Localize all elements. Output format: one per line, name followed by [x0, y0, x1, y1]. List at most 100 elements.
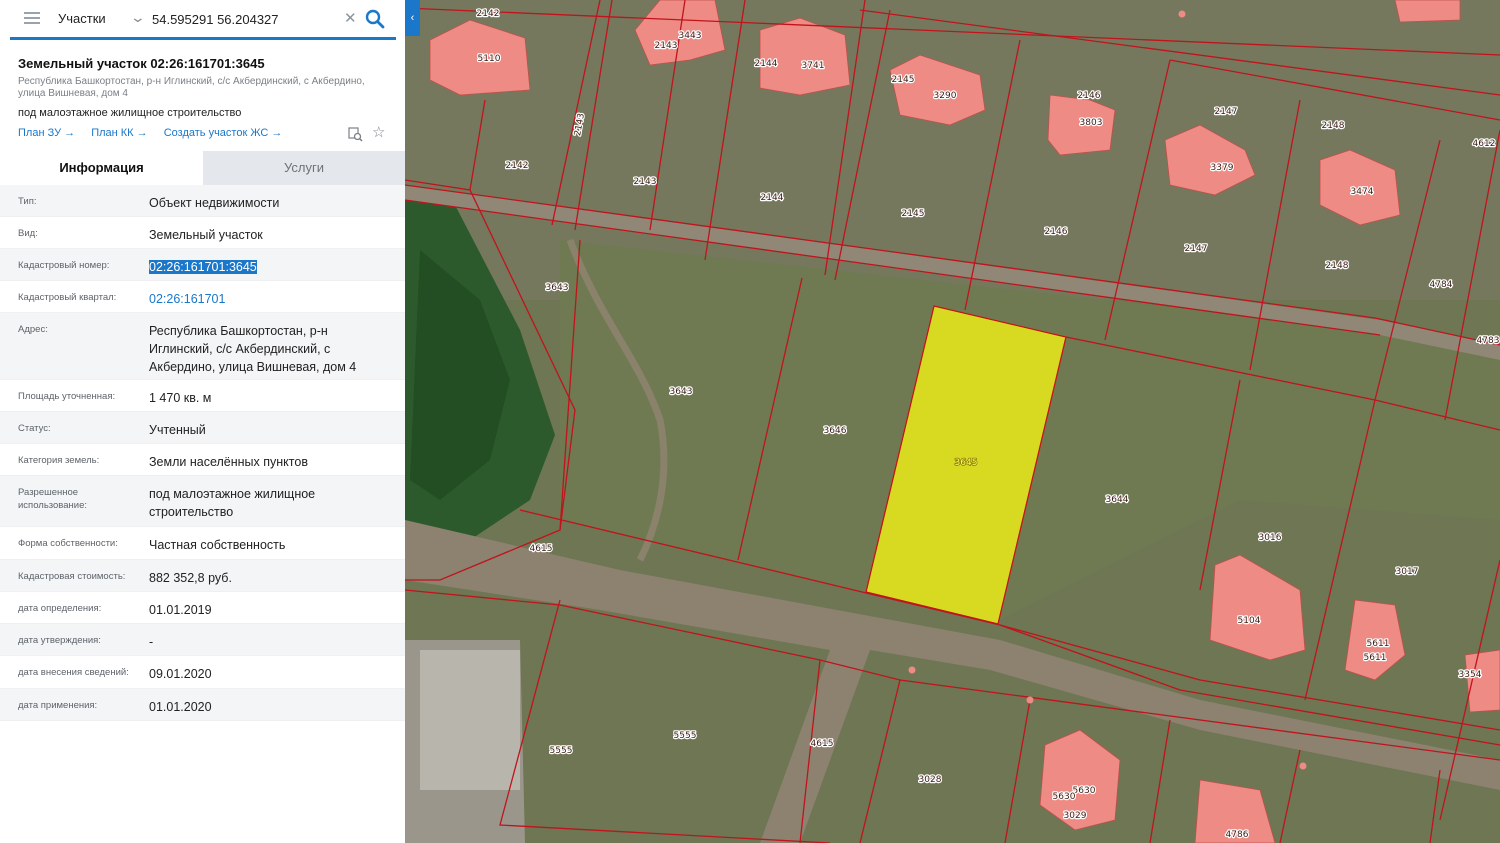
property-value: Учтенный	[149, 423, 206, 437]
property-value: Республика Башкортостан, р-н Иглинский, …	[149, 324, 357, 374]
property-value: Частная собственность	[149, 538, 286, 552]
parcel-label: 3028	[919, 775, 942, 785]
property-key: Кадастровый квартал:	[18, 292, 117, 303]
zoom-to-object-icon[interactable]	[348, 127, 363, 142]
property-row-area: Площадь уточненная: 1 470 кв. м	[0, 380, 405, 412]
property-key: Адрес:	[18, 324, 48, 335]
property-key: дата определения:	[18, 603, 102, 614]
menu-icon[interactable]	[24, 12, 40, 26]
greenhouse	[420, 650, 520, 790]
parcel-label: 2148	[1322, 121, 1345, 131]
search-box: Участки ⌄ ✕	[10, 0, 396, 40]
property-row-valuation-date: дата определения: 01.01.2019	[0, 592, 405, 624]
parcel-label: 2144	[761, 193, 784, 203]
property-value: под малоэтажное жилищное строительство	[149, 487, 316, 519]
link-plan-zu[interactable]: План ЗУ →	[18, 127, 75, 139]
property-key: дата утверждения:	[18, 635, 101, 646]
parcel-label: 3354	[1459, 670, 1482, 680]
sidebar-panel: Участки ⌄ ✕ Земельный участок 02:26:1617…	[0, 0, 405, 843]
parcel-label: 3474	[1351, 187, 1374, 197]
property-value: 1 470 кв. м	[149, 391, 212, 405]
property-row-application-date: дата применения: 01.01.2020	[0, 689, 405, 721]
close-icon[interactable]: ✕	[344, 9, 357, 27]
property-key: Кадастровый номер:	[18, 260, 110, 271]
property-row-ownership: Форма собственности: Частная собственнос…	[0, 527, 405, 560]
parcel-label: 3643	[546, 283, 569, 293]
property-key: Вид:	[18, 228, 38, 239]
tabs: Информация Услуги	[0, 151, 405, 185]
parcel-label: 2145	[902, 209, 925, 219]
property-value: 01.01.2019	[149, 603, 212, 617]
property-row-kind: Вид: Земельный участок	[0, 217, 405, 249]
layer-select[interactable]: Участки	[58, 11, 106, 26]
object-title: Земельный участок 02:26:161701:3645	[18, 56, 265, 71]
property-row-cadastral-quarter: Кадастровый квартал: 02:26:161701	[0, 281, 405, 313]
parcel-label: 3029	[1064, 811, 1087, 821]
link-create-parcel[interactable]: Создать участок ЖС →	[164, 127, 283, 139]
chevron-down-icon[interactable]: ⌄	[130, 9, 146, 26]
search-input[interactable]	[152, 8, 340, 30]
link-plan-kk[interactable]: План КК →	[91, 127, 147, 139]
parcel-label: 3643	[670, 387, 693, 397]
search-icon[interactable]	[364, 8, 386, 30]
parcel-label: 5611	[1364, 653, 1387, 663]
property-value: Объект недвижимости	[149, 196, 280, 210]
property-row-approval-date: дата утверждения: -	[0, 624, 405, 656]
parcel-label: 2143	[655, 41, 678, 51]
parcel-label: 5555	[674, 731, 697, 741]
object-links: План ЗУ → План КК → Создать участок ЖС →	[18, 127, 295, 139]
property-key: Категория земель:	[18, 455, 100, 466]
cadastral-quarter-link[interactable]: 02:26:161701	[149, 292, 225, 306]
property-list: Тип: Объект недвижимости Вид: Земельный …	[0, 185, 405, 721]
parcel-label: 3290	[934, 91, 957, 101]
parcel-label: 3741	[802, 61, 825, 71]
parcel-label: 3379	[1211, 163, 1234, 173]
parcel-label: 2146	[1045, 227, 1068, 237]
property-row-address: Адрес: Республика Башкортостан, р-н Игли…	[0, 313, 405, 380]
tab-services[interactable]: Услуги	[203, 151, 405, 185]
star-icon[interactable]: ☆	[372, 125, 385, 141]
property-value: Земельный участок	[149, 228, 263, 242]
parcel-label: 3644	[1106, 495, 1129, 505]
property-key: Тип:	[18, 196, 37, 207]
tab-info[interactable]: Информация	[0, 151, 203, 185]
property-value: 09.01.2020	[149, 667, 212, 681]
parcel-label: 2144	[755, 59, 778, 69]
parcel-label: 2147	[1215, 107, 1238, 117]
collapse-sidebar-button[interactable]: ‹	[405, 0, 420, 36]
property-key: дата применения:	[18, 700, 98, 711]
parcel-label: 4612	[1473, 139, 1496, 149]
parcel-label: 5555	[550, 746, 573, 756]
parcel-label: 3803	[1080, 118, 1103, 128]
property-value[interactable]: 02:26:161701:3645	[149, 258, 389, 276]
parcel-label: 4786	[1226, 830, 1249, 840]
cadastral-number-value[interactable]: 02:26:161701:3645	[149, 260, 257, 274]
parcel-label: 3443	[679, 31, 702, 41]
parcel-label: 2142	[506, 161, 529, 171]
property-value: Земли населённых пунктов	[149, 455, 308, 469]
parcel-label: 2143	[634, 177, 657, 187]
property-row-cadastral-value: Кадастровая стоимость: 882 352,8 руб.	[0, 560, 405, 592]
property-key: дата внесения сведений:	[18, 667, 129, 678]
search-bar: Участки ⌄ ✕	[0, 0, 405, 48]
parcel-label: 2148	[1326, 261, 1349, 271]
property-row-entry-date: дата внесения сведений: 09.01.2020	[0, 656, 405, 689]
property-row-cadastral-number: Кадастровый номер: 02:26:161701:3645	[0, 249, 405, 281]
property-value: 02:26:161701	[149, 290, 389, 308]
property-row-land-category: Категория земель: Земли населённых пункт…	[0, 444, 405, 476]
property-row-type: Тип: Объект недвижимости	[0, 185, 405, 217]
object-use: под малоэтажное жилищное строительство	[18, 107, 242, 119]
parcel-label: 5630	[1073, 786, 1096, 796]
property-value: -	[149, 635, 154, 649]
property-key: Площадь уточненная:	[18, 391, 116, 402]
parcel-label: 2147	[1185, 244, 1208, 254]
property-key: Форма собственности:	[18, 538, 118, 549]
parcel-label: 3016	[1259, 533, 1282, 543]
parcel-label: 4615	[811, 739, 834, 749]
parcel-label: 2142	[477, 9, 500, 19]
property-value: 01.01.2020	[149, 700, 212, 714]
object-address: Республика Башкортостан, р-н Иглинский, …	[18, 76, 365, 99]
parcel-label: 5611	[1367, 639, 1390, 649]
property-row-permitted-use: Разрешенное использование: под малоэтажн…	[0, 476, 405, 527]
parcel-label: 4784	[1430, 280, 1453, 290]
